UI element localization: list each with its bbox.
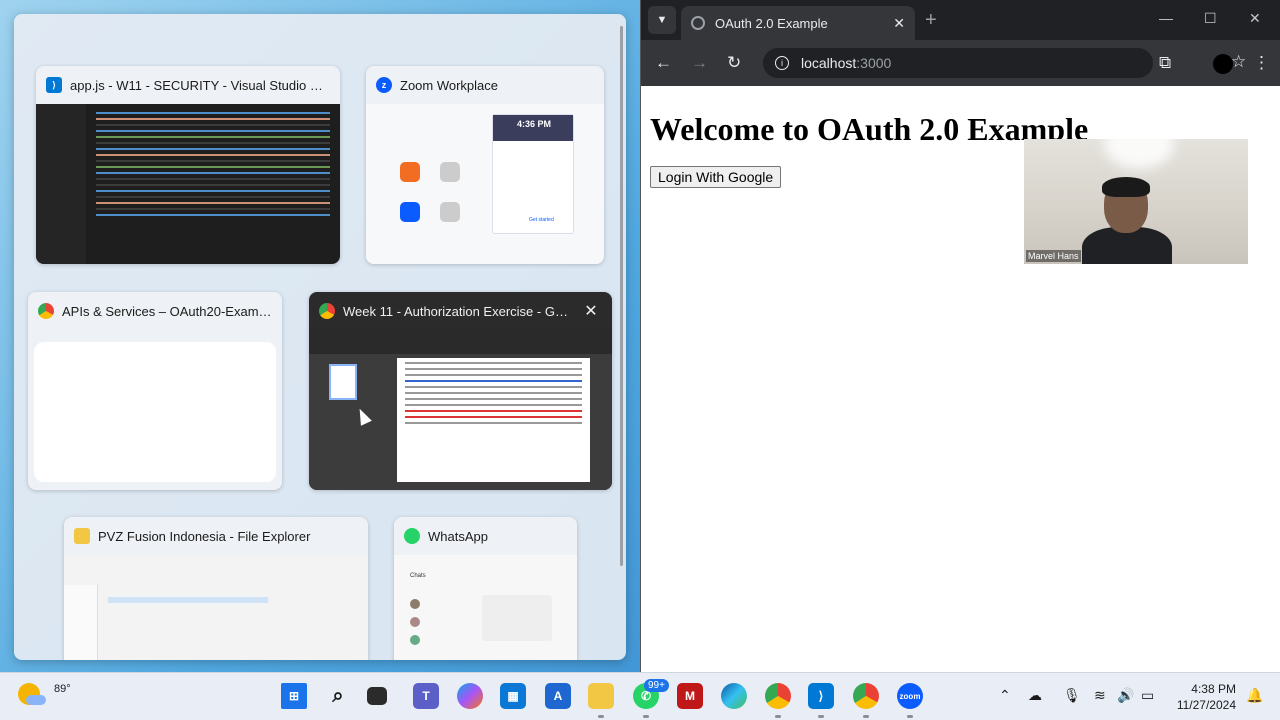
- notification-badge: 99+: [644, 679, 669, 692]
- weather-widget[interactable]: 89°: [18, 683, 71, 705]
- apis-services-preview: [34, 342, 276, 482]
- snap-window-header: z Zoom Workplace: [366, 66, 604, 104]
- whatsapp-icon: [404, 528, 420, 544]
- snap-window-apis-services[interactable]: APIs & Services – OAuth20-Example...: [28, 292, 282, 490]
- chrome-icon: [38, 303, 54, 319]
- snap-window-title: PVZ Fusion Indonesia - File Explorer: [98, 528, 311, 544]
- vscode-icon: ⟩: [46, 77, 62, 93]
- zoom-preview: 4:36 PM Get started: [366, 104, 604, 264]
- task-view-icon[interactable]: [367, 687, 387, 705]
- snap-window-title: app.js - W11 - SECURITY - Visual Studio …: [70, 77, 330, 93]
- file-explorer-icon[interactable]: [588, 683, 614, 709]
- vscode-taskbar-icon[interactable]: ⟩: [808, 683, 834, 709]
- webcam-name-label: Marvel Hans: [1026, 250, 1081, 262]
- cloud-icon[interactable]: ☁: [1028, 687, 1042, 704]
- zoom-taskbar-icon[interactable]: zoom: [897, 683, 923, 709]
- folder-icon: [74, 528, 90, 544]
- copilot-icon[interactable]: [457, 683, 483, 709]
- whatsapp-preview: Chats: [394, 555, 577, 660]
- mcafee-icon[interactable]: M: [677, 683, 703, 709]
- battery-icon[interactable]: ▭: [1141, 687, 1154, 704]
- snap-assist-pane: ⟩ app.js - W11 - SECURITY - Visual Studi…: [14, 14, 626, 660]
- reload-button[interactable]: ↻: [727, 53, 741, 73]
- temperature: 89°: [54, 683, 71, 695]
- chrome-profile-taskbar-icon[interactable]: [853, 683, 879, 709]
- tab-title: OAuth 2.0 Example: [715, 15, 828, 31]
- minimize-button[interactable]: —: [1159, 10, 1173, 26]
- login-with-google-button[interactable]: Login With Google: [650, 166, 782, 188]
- snap-window-header: Week 11 - Authorization Exercise - Goo..…: [309, 292, 612, 330]
- browser-toolbar: ← → ↻ i localhost:3000 ☆ ⧉ ⋮: [641, 40, 1280, 86]
- taskbar: 89° ⊞ ⌕ T ▦ A ✆ 99+ M ⟩ zoom ⌃ ☁ 🎙 ≋ 🔊 ▭…: [0, 672, 1280, 720]
- wifi-icon[interactable]: ≋: [1094, 687, 1106, 704]
- file-explorer-preview: [64, 555, 368, 660]
- maximize-button[interactable]: ☐: [1204, 10, 1217, 27]
- search-icon[interactable]: ⌕: [325, 683, 351, 709]
- snap-window-docs[interactable]: Week 11 - Authorization Exercise - Goo..…: [309, 292, 612, 490]
- close-tab-icon[interactable]: ✕: [893, 15, 905, 32]
- extensions-icon[interactable]: ⧉: [1159, 53, 1171, 73]
- editor-icon[interactable]: A: [545, 683, 571, 709]
- microphone-icon[interactable]: 🎙: [1063, 687, 1081, 704]
- clock-date: 11/27/2024: [1176, 698, 1236, 712]
- chrome-icon: [319, 303, 335, 319]
- weather-icon: [18, 683, 46, 705]
- snap-window-header: PVZ Fusion Indonesia - File Explorer: [64, 517, 368, 555]
- notifications-icon[interactable]: 🔔: [1246, 687, 1263, 704]
- volume-icon[interactable]: 🔊: [1117, 687, 1134, 704]
- forward-button[interactable]: →: [691, 53, 708, 73]
- snap-window-zoom[interactable]: z Zoom Workplace 4:36 PM Get started: [366, 66, 604, 264]
- tab-search-button[interactable]: ▼: [648, 6, 676, 34]
- system-clock[interactable]: 4:38 PM 11/27/2024: [1177, 681, 1236, 713]
- snap-window-title: WhatsApp: [428, 528, 488, 544]
- menu-kebab-icon[interactable]: ⋮: [1253, 53, 1270, 73]
- page-heading: Welcome to OAuth 2.0 Example: [650, 111, 1089, 147]
- snap-window-title: Zoom Workplace: [400, 77, 499, 93]
- snap-window-header: ⟩ app.js - W11 - SECURITY - Visual Studi…: [36, 66, 340, 104]
- snap-assist-scrollbar[interactable]: [620, 26, 623, 566]
- clock-time: 4:38 PM: [1191, 682, 1236, 696]
- start-windows-icon[interactable]: ⊞: [281, 683, 307, 709]
- snap-window-title: APIs & Services – OAuth20-Example...: [62, 303, 272, 319]
- snap-window-vscode[interactable]: ⟩ app.js - W11 - SECURITY - Visual Studi…: [36, 66, 340, 264]
- edge-icon[interactable]: [721, 683, 747, 709]
- teams-icon[interactable]: T: [413, 683, 439, 709]
- globe-icon: [691, 16, 705, 30]
- close-window-button[interactable]: ✕: [1249, 10, 1261, 27]
- tab-strip: ▼ OAuth 2.0 Example ✕ + — ☐ ✕: [641, 0, 1280, 40]
- chrome-taskbar-icon[interactable]: [765, 683, 791, 709]
- chevron-up-icon[interactable]: ⌃: [999, 687, 1011, 704]
- zoom-preview-time: 4:36 PM: [493, 115, 573, 141]
- zoom-icon: z: [376, 77, 392, 93]
- profile-avatar[interactable]: [1213, 54, 1233, 74]
- snap-window-file-explorer[interactable]: PVZ Fusion Indonesia - File Explorer: [64, 517, 368, 660]
- back-button[interactable]: ←: [655, 53, 672, 73]
- tab-oauth-example[interactable]: OAuth 2.0 Example ✕: [681, 6, 915, 40]
- bookmark-star-icon[interactable]: ☆: [1231, 52, 1246, 72]
- chrome-window: ▼ OAuth 2.0 Example ✕ + — ☐ ✕ ← → ↻ i lo…: [640, 0, 1280, 672]
- address-bar[interactable]: i localhost:3000 ☆: [763, 48, 1246, 78]
- snap-window-title: Week 11 - Authorization Exercise - Goo..…: [343, 303, 572, 319]
- new-tab-button[interactable]: +: [925, 9, 937, 32]
- snap-window-header: APIs & Services – OAuth20-Example...: [28, 292, 282, 330]
- url-text: localhost:3000: [801, 55, 892, 71]
- store-icon[interactable]: ▦: [500, 683, 526, 709]
- site-info-icon[interactable]: i: [775, 56, 789, 70]
- webcam-overlay: Marvel Hans: [1024, 139, 1248, 264]
- snap-window-whatsapp[interactable]: WhatsApp Chats: [394, 517, 577, 660]
- zoom-preview-button: Get started: [529, 217, 554, 223]
- vscode-preview: [36, 104, 340, 264]
- whatsapp-preview-header: Chats: [410, 573, 426, 579]
- snap-window-header: WhatsApp: [394, 517, 577, 555]
- close-icon[interactable]: ✕: [580, 300, 602, 322]
